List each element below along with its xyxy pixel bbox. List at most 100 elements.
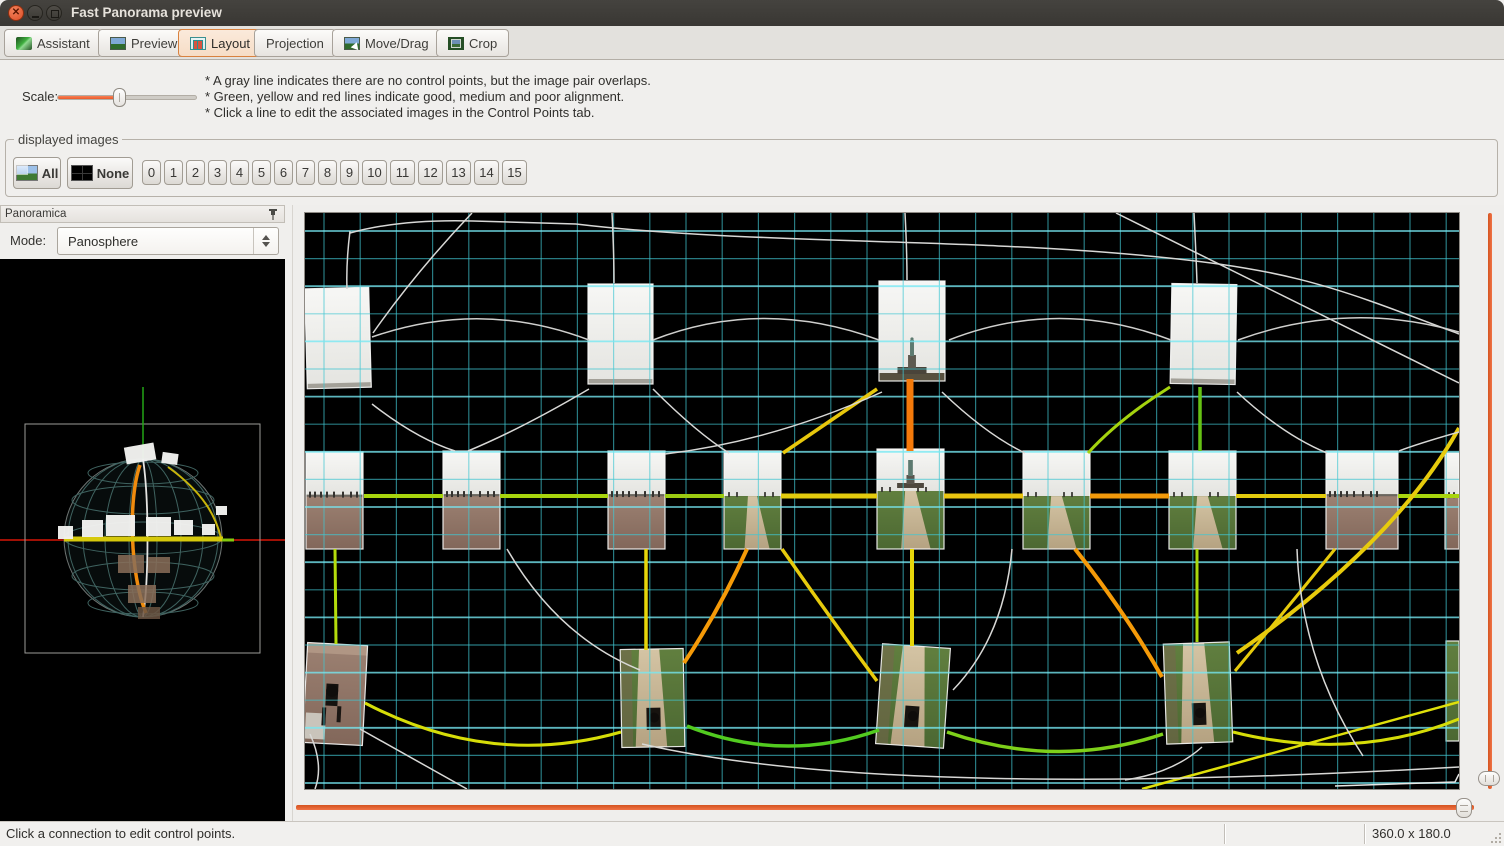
mode-value: Panosphere: [68, 234, 138, 249]
connection-line[interactable]: [642, 744, 1459, 779]
mode-label: Mode:: [10, 233, 46, 248]
connection-line[interactable]: [372, 319, 589, 340]
panosphere-preview: [0, 259, 285, 821]
connection-line[interactable]: [953, 549, 1012, 690]
side-panel-header[interactable]: Panoramica: [0, 205, 285, 223]
layout-canvas[interactable]: [304, 212, 1460, 790]
connection-line[interactable]: [1233, 719, 1459, 744]
preview-image-icon: [110, 37, 126, 50]
image-button-0[interactable]: 0: [142, 160, 161, 185]
tab-move-drag[interactable]: Move/Drag: [332, 29, 441, 57]
image-thumb-ground-grass: [1446, 641, 1459, 741]
connection-line[interactable]: [372, 404, 455, 451]
connection-line[interactable]: [360, 729, 467, 789]
help-line: * A gray line indicates there are no con…: [205, 73, 651, 89]
group-label: displayed images: [14, 132, 122, 147]
displayed-images-group: displayed images All None 01234567891011…: [5, 139, 1498, 197]
image-button-7[interactable]: 7: [296, 160, 315, 185]
crop-icon: [448, 37, 464, 50]
image-button-3[interactable]: 3: [208, 160, 227, 185]
image-button-15[interactable]: 15: [502, 160, 527, 185]
panosphere-preview-canvas[interactable]: [0, 259, 285, 821]
connection-line[interactable]: [1194, 213, 1197, 283]
image-button-9[interactable]: 9: [340, 160, 359, 185]
image-button-6[interactable]: 6: [274, 160, 293, 185]
mode-row: Mode: Panosphere: [0, 223, 285, 259]
connection-line[interactable]: [335, 549, 336, 644]
connection-line[interactable]: [783, 389, 877, 453]
connection-line[interactable]: [1335, 774, 1459, 786]
connection-line[interactable]: [1075, 549, 1162, 677]
tab-label: Preview: [131, 36, 177, 51]
tab-label: Crop: [469, 36, 497, 51]
image-thumb-ground-path: [620, 648, 685, 747]
app-window: ✕ Fast Panorama preview Assistant Preview…: [0, 0, 1504, 846]
move-drag-icon: [344, 37, 360, 50]
image-button-10[interactable]: 10: [362, 160, 387, 185]
connection-line[interactable]: [665, 392, 882, 454]
maximize-icon[interactable]: [46, 5, 62, 21]
connection-line[interactable]: [365, 703, 621, 745]
connection-line[interactable]: [653, 319, 879, 341]
image-button-4[interactable]: 4: [230, 160, 249, 185]
connection-line[interactable]: [947, 732, 1163, 752]
vertical-scroll-slider[interactable]: [1488, 213, 1492, 789]
minimize-icon[interactable]: [27, 5, 43, 21]
all-button-label: All: [42, 166, 59, 181]
close-icon[interactable]: ✕: [8, 5, 24, 21]
image-button-1[interactable]: 1: [164, 160, 183, 185]
connection-line[interactable]: [347, 231, 350, 289]
connection-line[interactable]: [1116, 213, 1459, 383]
title-bar[interactable]: ✕ Fast Panorama preview: [0, 0, 1504, 27]
image-thumb-sky-statue: [879, 281, 945, 381]
status-bar: Click a connection to edit control point…: [0, 821, 1504, 846]
connection-line[interactable]: [782, 549, 877, 681]
tab-bar: Assistant Preview Layout Projection Move/Dra…: [0, 26, 1504, 60]
connection-line[interactable]: [687, 726, 879, 746]
image-thumb-sky: [305, 287, 371, 389]
connection-line[interactable]: [468, 389, 589, 451]
tab-layout[interactable]: Layout: [178, 29, 262, 57]
image-thumb-ground-pave: [305, 642, 368, 745]
connection-line[interactable]: [905, 213, 907, 280]
image-number-buttons: 0123456789101112131415: [142, 160, 527, 185]
wire-sphere: [58, 443, 234, 619]
black-image-icon: [71, 165, 93, 181]
image-button-12[interactable]: 12: [418, 160, 443, 185]
tab-projection[interactable]: Projection: [254, 29, 336, 57]
all-button[interactable]: All: [13, 157, 61, 189]
scale-slider[interactable]: [57, 95, 197, 100]
image-button-2[interactable]: 2: [186, 160, 205, 185]
connection-line[interactable]: [942, 392, 1025, 453]
layout-grid-icon: [190, 37, 206, 50]
scale-slider-fill: [58, 96, 120, 99]
connection-line[interactable]: [1235, 549, 1335, 671]
spinner-arrows-icon[interactable]: [253, 228, 278, 254]
image-button-14[interactable]: 14: [474, 160, 499, 185]
image-button-5[interactable]: 5: [252, 160, 271, 185]
horizontal-slider-thumb[interactable]: [1456, 798, 1472, 818]
help-text: * A gray line indicates there are no con…: [205, 73, 651, 121]
connection-line[interactable]: [684, 549, 747, 663]
pin-icon[interactable]: [268, 209, 278, 220]
tab-label: Layout: [211, 36, 250, 51]
connection-line[interactable]: [949, 319, 1171, 341]
connection-line[interactable]: [653, 389, 729, 453]
window-title: Fast Panorama preview: [71, 5, 222, 20]
tab-label: Assistant: [37, 36, 90, 51]
tab-crop[interactable]: Crop: [436, 29, 509, 57]
image-button-13[interactable]: 13: [446, 160, 471, 185]
none-button[interactable]: None: [67, 157, 133, 189]
scale-slider-thumb[interactable]: [113, 88, 126, 107]
vertical-slider-thumb[interactable]: [1478, 771, 1500, 786]
tab-label: Move/Drag: [365, 36, 429, 51]
connection-line[interactable]: [1237, 392, 1327, 453]
image-button-11[interactable]: 11: [390, 160, 415, 185]
tab-assistant[interactable]: Assistant: [4, 29, 102, 57]
mode-select[interactable]: Panosphere: [57, 227, 279, 255]
resize-grip[interactable]: [1489, 831, 1501, 843]
image-button-8[interactable]: 8: [318, 160, 337, 185]
horizontal-scroll-slider[interactable]: [296, 805, 1474, 810]
tab-preview[interactable]: Preview: [98, 29, 189, 57]
tab-label: Projection: [266, 36, 324, 51]
